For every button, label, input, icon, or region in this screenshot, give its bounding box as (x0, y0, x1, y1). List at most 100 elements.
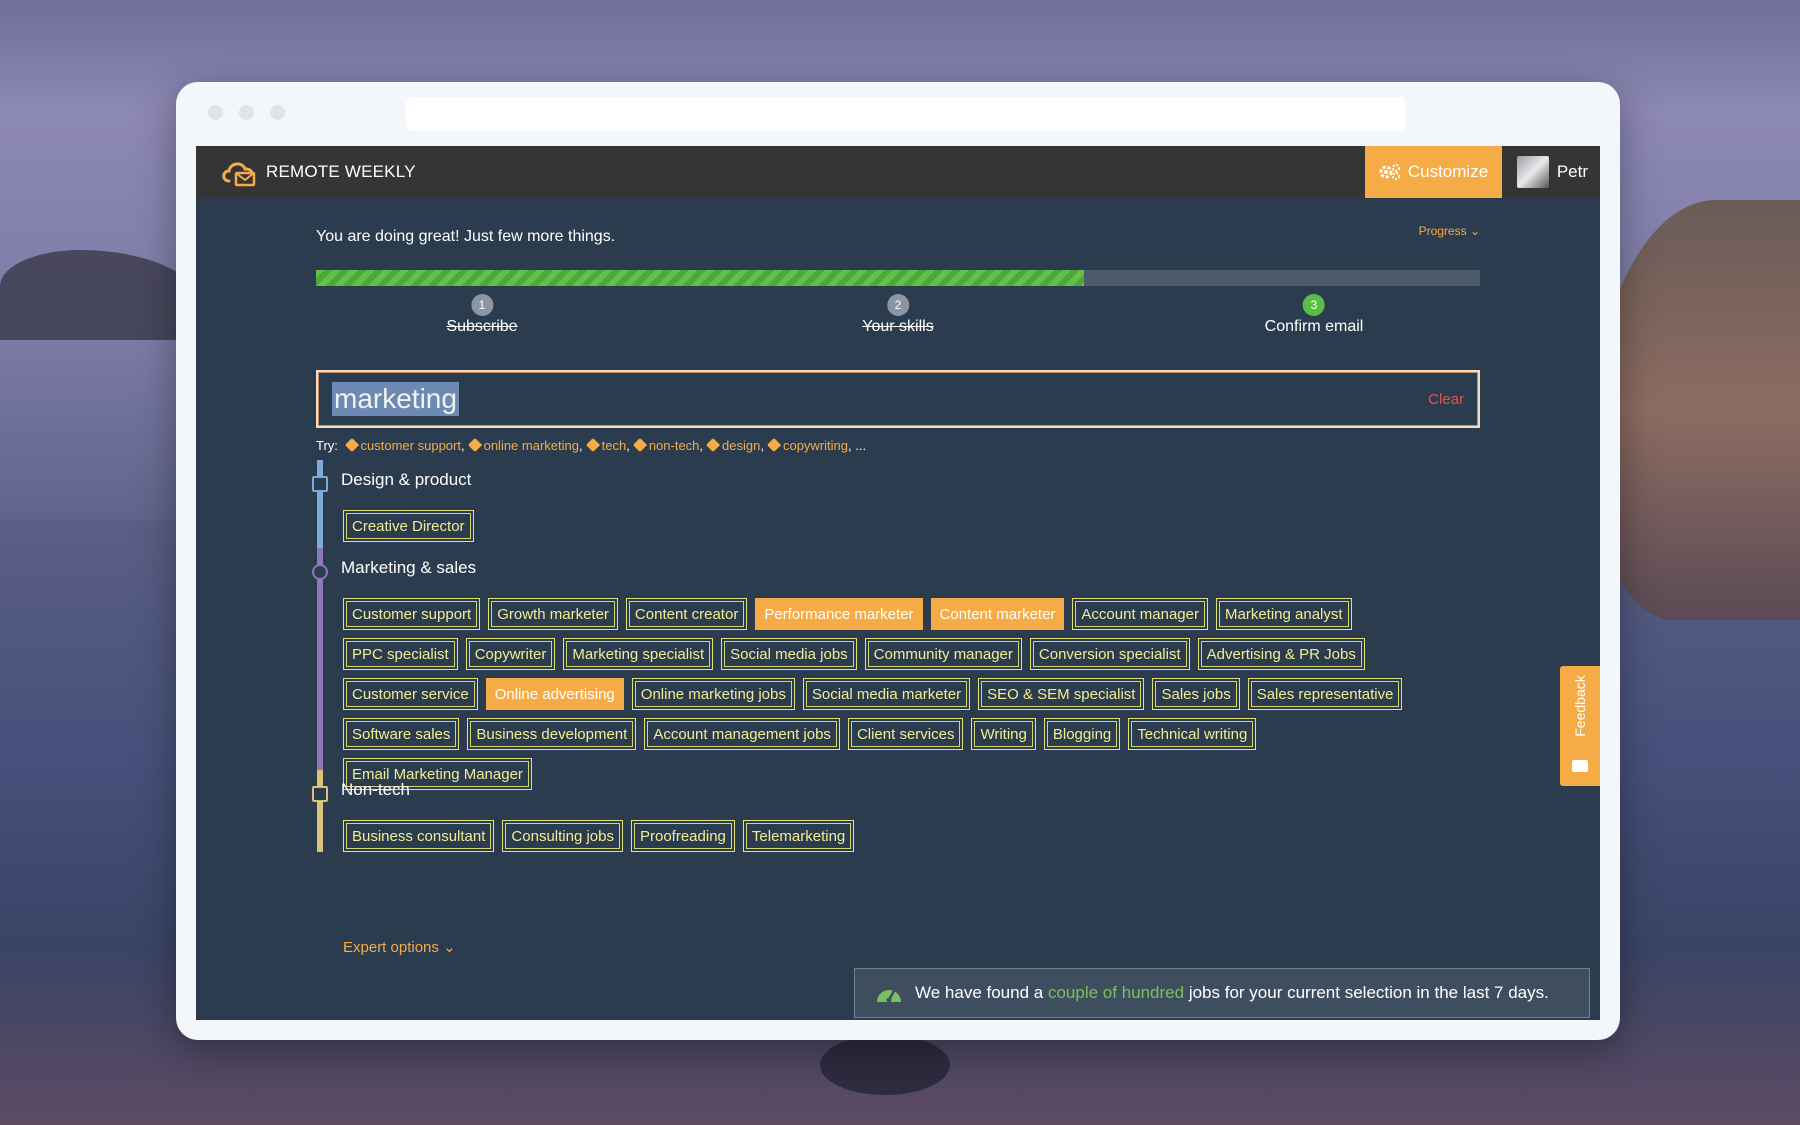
skill-chip[interactable]: Business consultant (343, 820, 495, 852)
skill-chip[interactable]: Account management jobs (644, 718, 840, 750)
skill-chip[interactable]: Content marketer (930, 598, 1065, 630)
category-title: Marketing & sales (341, 558, 477, 577)
skill-chip[interactable]: Blogging (1043, 718, 1121, 750)
toast-suffix: jobs for your current selection in the l… (1188, 983, 1549, 1002)
skill-chip[interactable]: Writing (971, 718, 1036, 750)
background-cliff-left (0, 250, 200, 340)
close-window-button[interactable] (208, 105, 223, 120)
skill-chip[interactable]: Social media jobs (721, 638, 857, 670)
expert-options-toggle[interactable]: Expert options ⌄ (343, 938, 456, 956)
tag-icon (467, 437, 482, 453)
window-controls (208, 105, 285, 120)
skill-chip[interactable]: Technical writing (1128, 718, 1257, 750)
customize-button[interactable]: Customize (1365, 146, 1502, 198)
category-chips: Business consultant Consulting jobs Proofr… (343, 820, 1453, 852)
user-menu[interactable]: Petr (1516, 146, 1588, 198)
app: REMOTE WEEKLY Customize Petr You are doi… (196, 146, 1600, 1020)
skill-chip[interactable]: Growth marketer (488, 598, 618, 630)
zoom-window-button[interactable] (270, 105, 285, 120)
chat-icon (1572, 760, 1588, 772)
chevron-down-icon: ⌄ (443, 939, 456, 956)
avatar (1516, 156, 1549, 188)
suggestion-label: non-tech (648, 438, 700, 453)
skill-chip[interactable]: Marketing analyst (1216, 598, 1352, 630)
skill-chip[interactable]: Proofreading (630, 820, 735, 852)
skill-chip[interactable]: Content creator (625, 598, 748, 630)
skill-chip[interactable]: Copywriter (465, 638, 556, 670)
suggestion-tag[interactable]: customer support (342, 437, 461, 453)
skill-chip[interactable]: Advertising & PR Jobs (1197, 638, 1365, 670)
skill-chip[interactable]: PPC specialist (343, 638, 458, 670)
step-label: Confirm email (1264, 318, 1364, 335)
skill-chip[interactable]: Account manager (1072, 598, 1208, 630)
progress-bar (316, 270, 1480, 286)
minimize-window-button[interactable] (239, 105, 254, 120)
tag-icon (632, 437, 647, 453)
clear-button[interactable]: Clear (1428, 391, 1464, 408)
skill-chip[interactable]: Creative Director (343, 510, 474, 542)
background-island (820, 1035, 950, 1095)
step-number: 1 (471, 294, 493, 316)
brand-name: REMOTE WEEKLY (266, 162, 416, 181)
chevron-down-icon: ⌄ (1469, 224, 1480, 238)
try-label: Try: (316, 438, 338, 453)
suggestion-tag[interactable]: copywriting (764, 437, 848, 453)
skill-chip[interactable]: Community manager (864, 638, 1022, 670)
skill-chip[interactable]: Client services (847, 718, 964, 750)
progress-toggle[interactable]: Progress ⌄ (1419, 224, 1480, 238)
progress-intro: You are doing great! Just few more thing… (316, 228, 616, 245)
skill-chip[interactable]: Business development (467, 718, 637, 750)
step-confirm-email: 3 Confirm email (1264, 294, 1364, 336)
skills-search-input[interactable]: marketing Clear (316, 370, 1480, 428)
suggestion-label: customer support (360, 438, 461, 453)
customize-label: Customize (1407, 162, 1489, 181)
skill-chip[interactable]: Consulting jobs (502, 820, 623, 852)
step-subscribe: 1 Subscribe (446, 294, 518, 336)
skill-chip[interactable]: Sales representative (1247, 678, 1403, 710)
suggestions-more: ... (855, 438, 867, 453)
category-chips: Creative Director (343, 510, 1453, 542)
speedometer-icon (877, 989, 901, 1003)
step-your-skills: 2 Your skills (862, 294, 934, 336)
suggestion-tag[interactable]: design (703, 437, 760, 453)
tag-icon (344, 437, 359, 453)
background-cliff-right (1590, 200, 1800, 620)
cloud-mail-icon (222, 162, 256, 187)
skill-chip[interactable]: Online marketing jobs (631, 678, 795, 710)
toast-highlight: couple of hundred (1047, 983, 1185, 1002)
skill-chip[interactable]: Sales jobs (1152, 678, 1240, 710)
main-content: You are doing great! Just few more thing… (196, 198, 1600, 1020)
skill-chip[interactable]: Customer support (343, 598, 481, 630)
browser-window: REMOTE WEEKLY Customize Petr You are doi… (176, 82, 1620, 1040)
skill-chip[interactable]: Online advertising (485, 678, 624, 710)
skill-chip[interactable]: Conversion specialist (1029, 638, 1190, 670)
brand-logo[interactable]: REMOTE WEEKLY (220, 157, 416, 187)
skill-chip[interactable]: Performance marketer (755, 598, 923, 630)
category-line (317, 548, 323, 770)
address-bar[interactable] (406, 97, 1406, 131)
category-title: Non-tech (341, 780, 410, 799)
category-chips: Customer support Growth marketer Content c… (343, 598, 1453, 790)
category-title: Design & product (341, 470, 472, 489)
skill-chip[interactable]: Telemarketing (742, 820, 855, 852)
skill-chip[interactable]: SEO & SEM specialist (978, 678, 1145, 710)
toast-prefix: We have found a (915, 983, 1044, 1002)
category-line (317, 460, 323, 548)
monitor-icon (312, 476, 328, 492)
suggestion-tag[interactable]: online marketing (465, 437, 579, 453)
tag-icon (585, 437, 600, 453)
suggestion-tag[interactable]: non-tech (630, 437, 700, 453)
skill-chip[interactable]: Customer service (343, 678, 478, 710)
suggestion-label: tech (601, 438, 627, 453)
feedback-tab[interactable]: Feedback (1560, 666, 1600, 786)
suggestion-tag[interactable]: tech (583, 437, 627, 453)
skill-chip[interactable]: Marketing specialist (563, 638, 714, 670)
paperclip-icon (312, 786, 328, 802)
tag-icon (766, 437, 782, 453)
category-line (317, 770, 323, 852)
try-suggestions: Try: customer support, online marketing, t… (316, 437, 867, 453)
suggestion-label: copywriting (782, 438, 848, 453)
skill-chip[interactable]: Software sales (343, 718, 460, 750)
skill-chip[interactable]: Social media marketer (802, 678, 971, 710)
step-number: 2 (887, 294, 909, 316)
